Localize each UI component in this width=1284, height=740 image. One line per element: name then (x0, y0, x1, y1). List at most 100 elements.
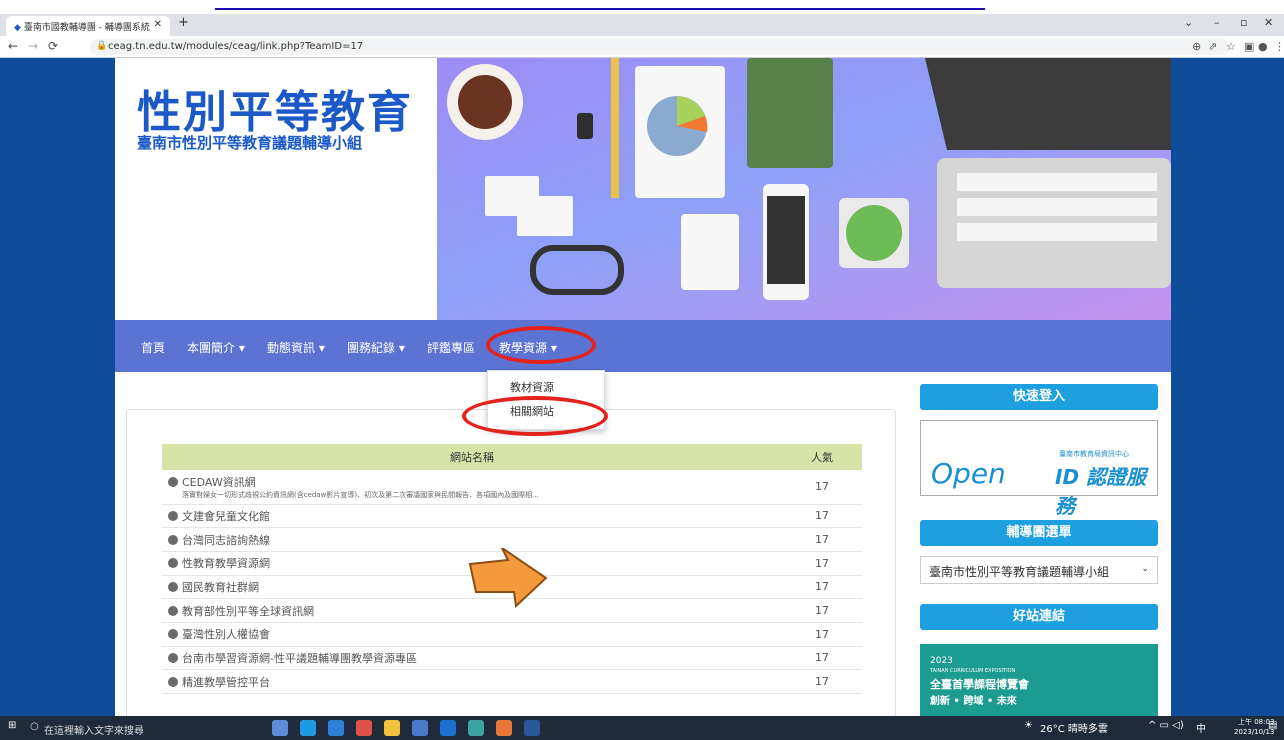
openid-login-button[interactable]: Open 臺南市教育局資訊中心 ID 認證服務 (920, 420, 1158, 518)
table-row[interactable]: CEDAW資訊網 落實對婦女一切形式歧視公約資訊網(含cedaw影片宣導)、初次及… (162, 470, 862, 505)
weather-text[interactable]: 26°C 晴時多雲 (1040, 720, 1108, 735)
bookmark-star-icon[interactable]: ☆ (1226, 40, 1236, 53)
menu-records[interactable]: 團務紀錄 ▾ (347, 339, 405, 356)
sidebar-icon[interactable]: ▣ (1244, 40, 1254, 53)
left-margin (0, 58, 115, 716)
app-icon[interactable] (468, 720, 484, 736)
quick-login-title: 快速登入 (920, 384, 1158, 410)
link-icon (168, 676, 178, 687)
windows-start-icon[interactable]: ⊞ (8, 720, 16, 731)
popularity: 17 (782, 551, 862, 576)
popularity: 17 (782, 669, 862, 694)
popularity: 17 (782, 470, 862, 505)
site-link[interactable]: 台灣同志諮詢熱線 (182, 534, 270, 547)
col-site-name: 網站名稱 (162, 444, 782, 470)
menu-news[interactable]: 動態資訊 ▾ (267, 339, 325, 356)
taskview-icon[interactable] (272, 720, 288, 736)
team-select-value: 臺南市性別平等教育議題輔導小組 (929, 565, 1110, 579)
top-strip (0, 0, 1284, 14)
site-link[interactable]: 教育部性別平等全球資訊網 (182, 605, 314, 618)
link-icon (168, 476, 178, 487)
menu-about[interactable]: 本團簡介 ▾ (187, 339, 245, 356)
forward-icon[interactable]: → (28, 39, 38, 53)
ime-indicator[interactable]: 中 (1196, 720, 1206, 735)
table-header: 網站名稱 人氣 (162, 444, 862, 470)
paint-icon[interactable] (496, 720, 512, 736)
header-banner (437, 58, 1171, 320)
ie-icon[interactable] (328, 720, 344, 736)
url-input[interactable]: 🔒 ceag.tn.edu.tw/modules/ceag/link.php?Te… (90, 39, 1230, 55)
weather-icon: ☀ (1024, 720, 1033, 731)
site-link[interactable]: 臺灣性別人權協會 (182, 628, 270, 641)
zoom-icon[interactable]: ⊕ (1192, 40, 1201, 53)
new-tab-icon[interactable]: + (178, 15, 189, 30)
site-title: 性別平等教育 (137, 87, 413, 138)
table-row[interactable]: 文建會兒童文化館 17 (162, 504, 862, 529)
menu-evaluation[interactable]: 評鑑專區 (427, 339, 475, 356)
explorer-icon[interactable] (384, 720, 400, 736)
desk-illustration (447, 58, 1171, 300)
expo-year: 2023 (930, 656, 953, 666)
link-underline (215, 0, 985, 10)
popularity: 17 (782, 598, 862, 623)
taskbar-search[interactable]: ○ 在這裡輸入文字來搜尋 (26, 718, 216, 738)
minimize-icon[interactable]: – (1214, 16, 1220, 29)
link-icon (168, 558, 178, 569)
search-placeholder: 在這裡輸入文字來搜尋 (44, 726, 144, 737)
menu-dots-icon[interactable]: ⋮ (1274, 40, 1284, 53)
link-icon (168, 581, 178, 592)
dropdown-item-materials[interactable]: 教材資源 (510, 379, 554, 395)
taskbar: ⊞ ○ 在這裡輸入文字來搜尋 ☀ 26°C 晴時多雲 ^ ▭ ◁) 中 上午 08… (0, 716, 1284, 740)
popularity: 17 (782, 504, 862, 529)
profile-icon[interactable]: ● (1258, 40, 1268, 53)
reload-icon[interactable]: ⟳ (48, 39, 58, 53)
maximize-icon[interactable]: ▫ (1240, 16, 1247, 29)
popularity: 17 (782, 575, 862, 600)
word-icon[interactable] (524, 720, 540, 736)
tray-icons[interactable]: ^ ▭ ◁) (1148, 720, 1184, 731)
address-bar: ← → ⟳ 🔒 ceag.tn.edu.tw/modules/ceag/link.… (0, 36, 1284, 58)
site-link[interactable]: 文建會兒童文化館 (182, 510, 270, 523)
close-window-icon[interactable]: ✕ (1264, 16, 1273, 29)
link-icon (168, 629, 178, 640)
pointer-arrow-icon (468, 548, 548, 608)
share-icon[interactable]: ⇗ (1208, 40, 1217, 53)
good-links-title: 好站連結 (920, 604, 1158, 630)
browser-tab[interactable]: ◆ 臺南市國教輔導團 - 輔導團系統 ✕ (6, 16, 170, 36)
store-icon[interactable] (412, 720, 428, 736)
popularity: 17 (782, 527, 862, 552)
tab-list-icon[interactable]: ⌄ (1184, 16, 1193, 29)
expo-title: 全臺首學課程博覽會 (930, 678, 1029, 691)
highlight-circle-menu (486, 326, 596, 364)
site-header: 性別平等教育 臺南市性別平等教育議題輔導小組 (115, 58, 1171, 320)
table-row[interactable]: 台南市學習資源網-性平議題輔導團教學資源專區 17 (162, 646, 862, 671)
page: 性別平等教育 臺南市性別平等教育議題輔導小組 首頁 本團簡介 ▾ 動態資訊 ▾ … (0, 58, 1284, 716)
site-subtitle: 臺南市性別平等教育議題輔導小組 (137, 134, 363, 152)
site-link[interactable]: 性教育教學資源網 (182, 557, 270, 570)
lock-icon: 🔒 (96, 41, 108, 51)
team-select[interactable]: 臺南市性別平等教育議題輔導小組 ⌄ (920, 556, 1158, 584)
table-row[interactable]: 臺灣性別人權協會 17 (162, 622, 862, 647)
edge-icon[interactable] (300, 720, 316, 736)
back-icon[interactable]: ← (8, 39, 18, 53)
chrome-icon[interactable] (356, 720, 372, 736)
url-text: ceag.tn.edu.tw/modules/ceag/link.php?Tea… (108, 41, 364, 52)
expo-subtitle: 創新 • 跨域 • 未來 (930, 696, 1017, 707)
site-desc: 落實對婦女一切形式歧視公約資訊網(含cedaw影片宣導)、初次及第二次審議國家與… (182, 490, 539, 499)
team-menu-title: 輔導團選單 (920, 520, 1158, 546)
menu-home[interactable]: 首頁 (141, 339, 165, 356)
right-margin (1171, 58, 1284, 716)
curriculum-expo-banner[interactable]: 2023 TAINAN CURRICULUM EXPOSITION 全臺首學課程… (920, 644, 1158, 716)
table-row[interactable]: 精進教學管控平台 17 (162, 669, 862, 694)
mail-icon[interactable] (440, 720, 456, 736)
site-link[interactable]: CEDAW資訊網 (182, 476, 256, 489)
openid-service: ID 認證服務 (1055, 465, 1147, 518)
site-link[interactable]: 國民教育社群網 (182, 581, 259, 594)
site-link[interactable]: 精進教學管控平台 (182, 676, 270, 689)
close-tab-icon[interactable]: ✕ (154, 19, 162, 30)
popularity: 17 (782, 646, 862, 671)
link-icon (168, 605, 178, 616)
tab-title: 臺南市國教輔導團 - 輔導團系統 (23, 23, 150, 33)
site-link[interactable]: 台南市學習資源網-性平議題輔導團教學資源專區 (182, 652, 417, 665)
notification-icon[interactable]: ▤ (1268, 720, 1277, 731)
